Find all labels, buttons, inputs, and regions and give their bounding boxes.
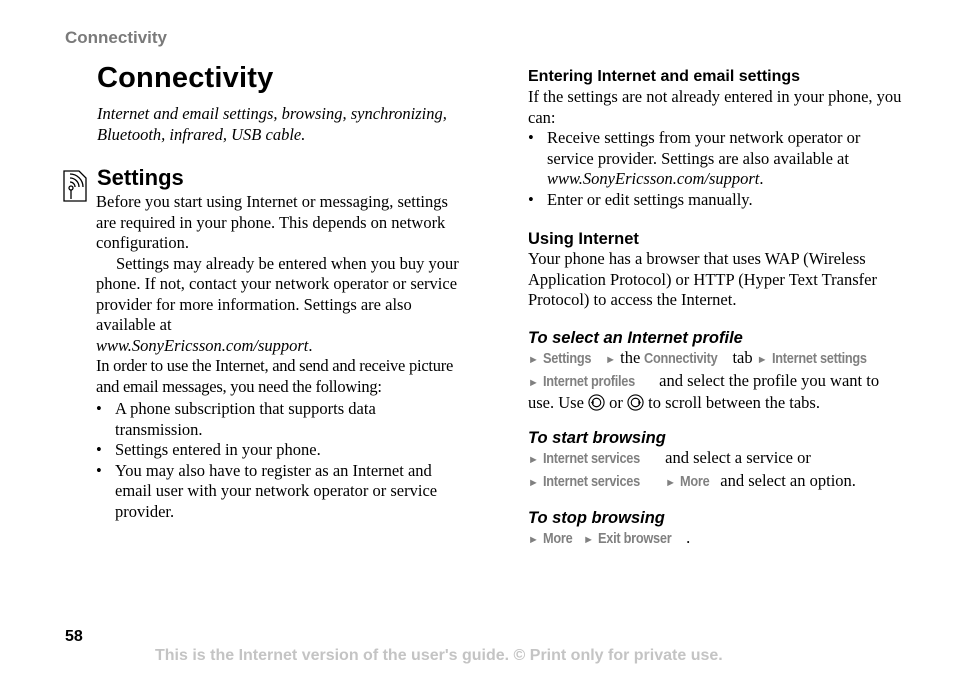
arrow-icon: ► <box>756 354 768 366</box>
arrow-icon: ► <box>583 534 595 546</box>
stop-browsing-section: To stop browsing ► More ► Exit browser. <box>528 508 908 551</box>
list-item: • Settings entered in your phone. <box>96 440 321 459</box>
menu-more[interactable]: More <box>543 529 575 550</box>
chapter-intro: Internet and email settings, browsing, s… <box>97 104 447 144</box>
menu-internet-profiles[interactable]: Internet profiles <box>543 372 642 393</box>
menu-internet-services[interactable]: Internet services <box>543 472 647 493</box>
footer-notice: This is the Internet version of the user… <box>155 647 723 664</box>
requirements-list: • A phone subscription that supports data… <box>96 399 466 522</box>
nav-left-icon <box>588 394 605 411</box>
select-profile-path: ► Settings ► the Connectivity tab ► Inter… <box>528 348 908 371</box>
using-internet-section: Using Internet Your phone has a browser … <box>528 229 908 311</box>
nav-right-icon <box>627 394 644 411</box>
menu-connectivity[interactable]: Connectivity <box>644 349 721 370</box>
arrow-icon: ► <box>528 454 539 466</box>
select-profile-heading: To select an Internet profile <box>528 329 743 347</box>
support-link[interactable]: www.SonyEricsson.com/support <box>96 336 308 355</box>
menu-more[interactable]: More <box>680 472 712 493</box>
entering-options-list: • Receive settings from your network oper… <box>528 128 908 210</box>
list-item: • Receive settings from your network oper… <box>528 128 861 188</box>
list-item: • A phone subscription that supports data… <box>96 399 376 439</box>
settings-heading: Settings <box>97 165 184 190</box>
internet-settings-icon <box>63 170 87 202</box>
stop-browsing-heading: To stop browsing <box>528 509 665 527</box>
arrow-icon: ► <box>605 354 617 366</box>
arrow-icon: ► <box>528 476 539 489</box>
select-profile-instructions: ► Internet profiles and select the profi… <box>528 370 880 413</box>
start-browsing-step-1: ► Internet services and select a service… <box>528 448 908 471</box>
settings-paragraph-3: In order to use the Internet, and send a… <box>96 356 454 396</box>
list-item: • You may also have to register as an Int… <box>96 460 438 521</box>
arrow-icon: ► <box>528 354 539 366</box>
support-link[interactable]: www.SonyEricsson.com/support <box>547 169 759 188</box>
menu-exit-browser[interactable]: Exit browser <box>598 529 675 550</box>
start-browsing-section: To start browsing ► Internet services an… <box>528 428 908 493</box>
arrow-icon: ► <box>528 376 539 389</box>
settings-paragraph-1: Before you start using Internet or messa… <box>96 192 448 252</box>
settings-section: Before you start using Internet or messa… <box>96 192 466 522</box>
arrow-icon: ► <box>665 476 677 489</box>
entering-settings-section: Entering Internet and email settings If … <box>528 67 908 210</box>
stop-browsing-step: ► More ► Exit browser. <box>528 528 908 551</box>
entering-settings-heading: Entering Internet and email settings <box>528 68 801 85</box>
menu-internet-services[interactable]: Internet services <box>543 449 647 470</box>
start-browsing-step-2: ► Internet services ► More and select an… <box>528 471 908 494</box>
entering-intro: If the settings are not already entered … <box>528 87 902 127</box>
chapter-title: Connectivity <box>97 62 274 94</box>
using-internet-body: Your phone has a browser that uses WAP (… <box>528 249 877 309</box>
page-number: 58 <box>65 628 83 645</box>
menu-internet-settings[interactable]: Internet settings <box>772 349 867 370</box>
settings-paragraph-2: Settings may already be entered when you… <box>96 253 459 355</box>
using-internet-heading: Using Internet <box>528 230 639 248</box>
menu-settings[interactable]: Settings <box>543 349 594 370</box>
arrow-icon: ► <box>528 534 539 546</box>
start-browsing-heading: To start browsing <box>528 429 666 447</box>
list-item: • Enter or edit settings manually. <box>528 189 753 209</box>
running-head: Connectivity <box>65 28 168 47</box>
select-profile-section: To select an Internet profile ► Settings… <box>528 328 908 414</box>
